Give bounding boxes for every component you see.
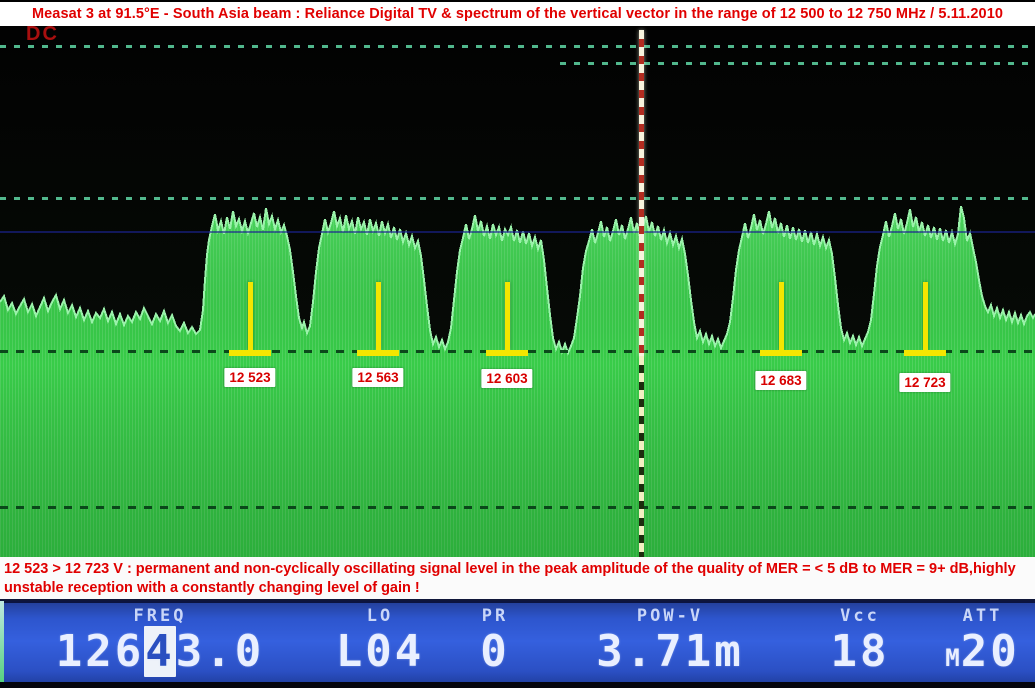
caption-line-1: 12 523 > 12 723 V : permanent and non-cy… xyxy=(4,560,1035,579)
frequency-value-input[interactable]: 12643.0 xyxy=(0,626,320,678)
marker-base-bar xyxy=(486,350,528,356)
statusbar-field-label: ATT xyxy=(930,606,1035,626)
marker-frequency-label: 12 683 xyxy=(755,371,806,390)
marker-stem-line xyxy=(376,282,381,350)
statusbar-field-value: L04 xyxy=(320,626,440,678)
marker-base-bar xyxy=(357,350,399,356)
marker-stem-line xyxy=(779,282,784,350)
dc-label: DC xyxy=(26,23,59,46)
statusbar-field-value: 18 xyxy=(790,626,930,678)
marker-base-bar xyxy=(904,350,946,356)
statusbar-field-label: FREQ xyxy=(0,606,320,626)
marker-frequency-label: 12 603 xyxy=(481,369,532,388)
statusbar-edge-artifact xyxy=(0,601,4,688)
cursor-line-upper xyxy=(639,30,644,356)
statusbar-field-label: LO xyxy=(320,606,440,626)
marker-frequency-label: 12 523 xyxy=(224,368,275,387)
statusbar-field-value: 0 xyxy=(440,626,550,678)
caption-line-2: unstable reception with a constantly cha… xyxy=(4,579,1035,598)
caption-band: 12 523 > 12 723 V : permanent and non-cy… xyxy=(0,557,1035,601)
meter-screen: DC 12 523 12 563 12 603 12 683 12 723 Me… xyxy=(0,0,1035,688)
dotted-gridline-dark xyxy=(0,506,1035,509)
frequency-marker: 12 523 xyxy=(220,0,280,400)
statusbar-field-lo: LO L04 xyxy=(320,603,440,688)
marker-stem-line xyxy=(248,282,253,350)
title-banner: Measat 3 at 91.5°E - South Asia beam : R… xyxy=(0,0,1035,26)
statusbar-field-label: POW-V xyxy=(550,606,790,626)
marker-base-bar xyxy=(760,350,802,356)
marker-frequency-label: 12 723 xyxy=(899,373,950,392)
marker-stem-line xyxy=(505,282,510,350)
marker-stem-line xyxy=(923,282,928,350)
statusbar-field-label: PR xyxy=(440,606,550,626)
statusbar-field-pow-v: POW-V 3.71m xyxy=(550,603,790,688)
marker-base-bar xyxy=(229,350,271,356)
edit-cursor-digit[interactable]: 4 xyxy=(144,626,176,677)
value-small-prefix: M xyxy=(945,644,960,672)
bottom-bezel xyxy=(0,682,1035,688)
statusbar-field-value: M20 xyxy=(930,626,1035,684)
frequency-marker: 12 563 xyxy=(348,0,408,400)
statusbar-field-att: ATT M20 xyxy=(930,603,1035,688)
marker-frequency-label: 12 563 xyxy=(352,368,403,387)
statusbar-field-value: 3.71m xyxy=(550,626,790,678)
statusbar-field-vcc: Vcc 18 xyxy=(790,603,930,688)
statusbar-field-label: Vcc xyxy=(790,606,930,626)
status-bar: FREQ 12643.0 LO L04 PR 0 POW-V 3.71m Vcc… xyxy=(0,601,1035,688)
cursor-line-lower xyxy=(639,356,644,557)
statusbar-field-pr: PR 0 xyxy=(440,603,550,688)
frequency-marker: 12 603 xyxy=(477,0,537,400)
statusbar-field-freq: FREQ 12643.0 xyxy=(0,603,320,688)
banner-title-text: Measat 3 at 91.5°E - South Asia beam : R… xyxy=(32,6,1003,22)
frequency-marker: 12 723 xyxy=(895,0,955,400)
frequency-marker: 12 683 xyxy=(751,0,811,400)
